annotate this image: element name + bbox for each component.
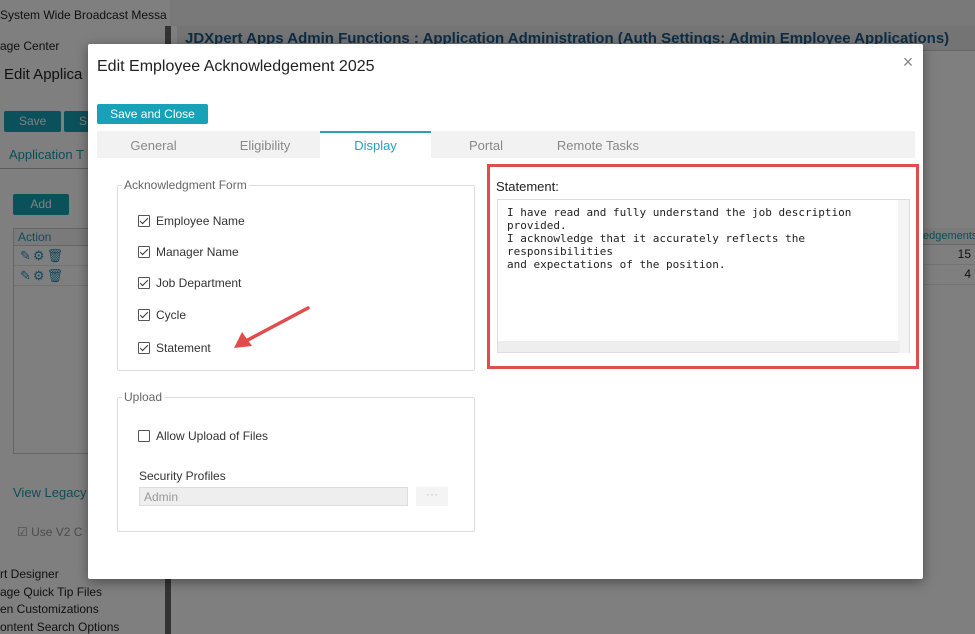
tab-remote-tasks[interactable]: Remote Tasks xyxy=(541,131,655,158)
checkbox-checked-icon xyxy=(138,215,150,227)
checkbox-label: Employee Name xyxy=(156,214,245,228)
cycle-checkbox[interactable]: Cycle xyxy=(138,307,186,323)
ellipsis-button[interactable]: ··· xyxy=(416,487,448,506)
dialog-title: Edit Employee Acknowledgement 2025 xyxy=(97,58,375,75)
tab-general[interactable]: General xyxy=(97,131,210,158)
security-profiles-label: Security Profiles xyxy=(139,469,226,483)
checkbox-label: Manager Name xyxy=(156,245,239,259)
tab-eligibility[interactable]: Eligibility xyxy=(210,131,320,158)
checkbox-label: Allow Upload of Files xyxy=(156,429,269,443)
employee-name-checkbox[interactable]: Employee Name xyxy=(138,213,245,229)
checkbox-label: Job Department xyxy=(156,276,242,290)
checkbox-unchecked-icon xyxy=(138,430,150,442)
checkbox-label: Cycle xyxy=(156,308,187,322)
edit-dialog: Edit Employee Acknowledgement 2025 × Sav… xyxy=(88,44,923,579)
upload-legend: Upload xyxy=(122,390,165,404)
checkbox-checked-icon xyxy=(138,246,150,258)
acknowledgment-form-legend: Acknowledgment Form xyxy=(122,178,249,192)
tab-bar: General Eligibility Display Portal Remot… xyxy=(97,131,915,158)
tab-display[interactable]: Display xyxy=(320,131,431,158)
manager-name-checkbox[interactable]: Manager Name xyxy=(138,244,239,260)
close-icon[interactable]: × xyxy=(900,53,916,71)
statement-checkbox[interactable]: Statement xyxy=(138,340,211,356)
annotation-arrow-icon xyxy=(234,306,310,348)
checkbox-checked-icon xyxy=(138,342,150,354)
job-department-checkbox[interactable]: Job Department xyxy=(138,275,241,291)
checkbox-label: Statement xyxy=(156,341,211,355)
save-and-close-button[interactable]: Save and Close xyxy=(97,104,208,124)
upload-fieldset: Upload Allow Upload of Files Security Pr… xyxy=(117,390,475,532)
annotation-highlight-box xyxy=(487,164,919,369)
checkbox-checked-icon xyxy=(138,277,150,289)
tab-portal[interactable]: Portal xyxy=(431,131,541,158)
allow-upload-checkbox[interactable]: Allow Upload of Files xyxy=(138,428,268,444)
security-profiles-field[interactable]: Admin xyxy=(139,487,408,506)
checkbox-checked-icon xyxy=(138,309,150,321)
